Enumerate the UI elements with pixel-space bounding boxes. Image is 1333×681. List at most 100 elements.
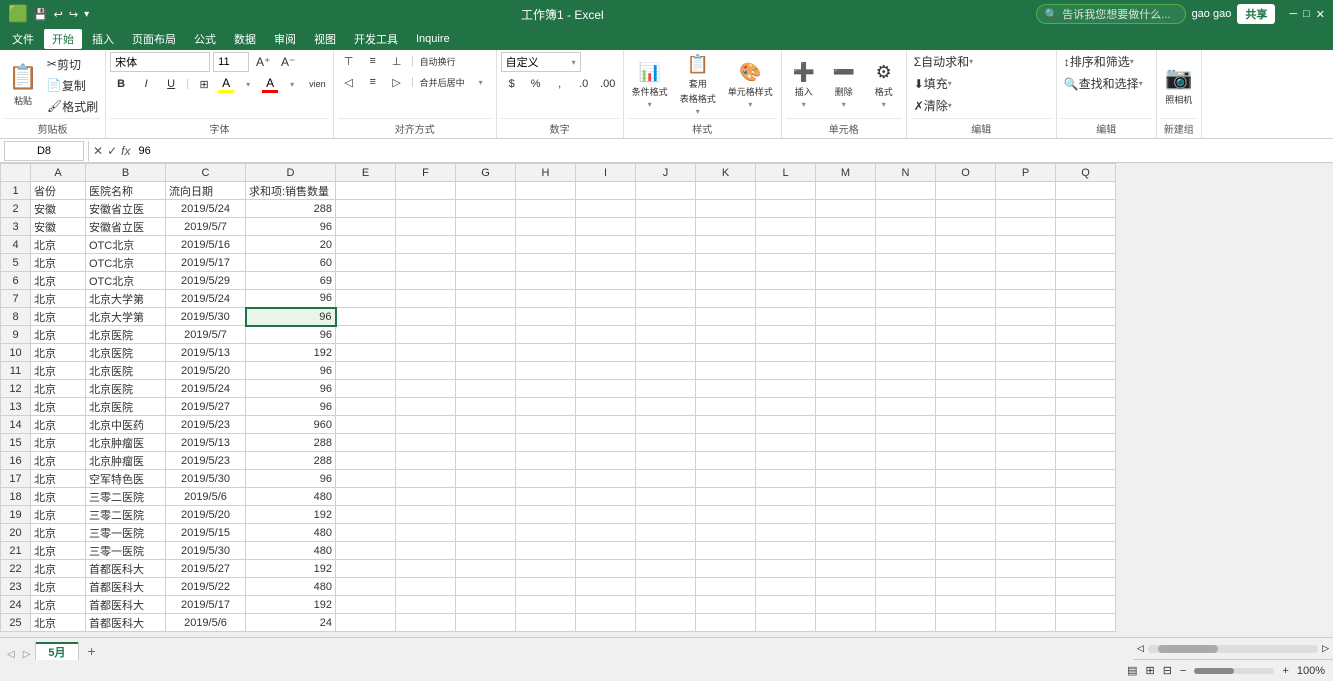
table-cell[interactable] — [696, 362, 756, 380]
table-cell[interactable] — [1056, 398, 1116, 416]
col-header-d[interactable]: D — [246, 164, 336, 182]
table-cell[interactable]: 24 — [246, 614, 336, 632]
table-cell[interactable] — [576, 182, 636, 200]
table-cell[interactable] — [996, 236, 1056, 254]
table-cell[interactable] — [456, 524, 516, 542]
table-cell[interactable]: 北京 — [31, 236, 86, 254]
table-cell[interactable]: 北京 — [31, 254, 86, 272]
table-cell[interactable] — [696, 506, 756, 524]
table-cell[interactable] — [936, 614, 996, 632]
table-cell[interactable] — [936, 398, 996, 416]
table-cell[interactable]: 北京 — [31, 542, 86, 560]
table-cell[interactable] — [456, 308, 516, 326]
table-cell[interactable] — [696, 596, 756, 614]
sheet-grid[interactable]: A B C D E F G H I J K L M N O P Q — [0, 163, 1333, 637]
table-cell[interactable] — [456, 344, 516, 362]
table-cell[interactable] — [816, 254, 876, 272]
table-cell[interactable] — [576, 416, 636, 434]
table-cell[interactable]: 96 — [246, 308, 336, 326]
scroll-right-btn[interactable]: ▷ — [1322, 643, 1329, 654]
table-cell[interactable] — [636, 362, 696, 380]
table-cell[interactable] — [936, 452, 996, 470]
col-header-f[interactable]: F — [396, 164, 456, 182]
decrease-decimal-button[interactable]: .00 — [597, 75, 619, 93]
table-cell[interactable] — [816, 542, 876, 560]
table-cell[interactable] — [396, 254, 456, 272]
table-cell[interactable] — [396, 488, 456, 506]
table-cell[interactable] — [996, 200, 1056, 218]
table-cell[interactable] — [696, 542, 756, 560]
table-cell[interactable] — [336, 488, 396, 506]
table-cell[interactable] — [876, 434, 936, 452]
table-cell[interactable] — [876, 380, 936, 398]
table-cell[interactable]: 北京 — [31, 308, 86, 326]
table-cell[interactable]: 北京 — [31, 326, 86, 344]
table-cell[interactable] — [456, 506, 516, 524]
table-cell[interactable] — [516, 578, 576, 596]
table-cell[interactable]: 2019/5/29 — [166, 272, 246, 290]
table-cell[interactable]: 北京 — [31, 362, 86, 380]
table-cell[interactable] — [636, 182, 696, 200]
col-header-j[interactable]: J — [636, 164, 696, 182]
table-cell[interactable] — [936, 434, 996, 452]
table-cell[interactable]: 北京中医药 — [86, 416, 166, 434]
table-cell[interactable] — [756, 344, 816, 362]
table-cell[interactable]: 北京 — [31, 272, 86, 290]
vien-btn[interactable]: vien — [306, 75, 329, 93]
table-cell[interactable] — [756, 488, 816, 506]
col-header-g[interactable]: G — [456, 164, 516, 182]
table-cell[interactable]: 北京肿瘤医 — [86, 434, 166, 452]
table-cell[interactable] — [936, 200, 996, 218]
camera-button[interactable]: 📷 照相机 — [1161, 61, 1197, 109]
table-cell[interactable] — [876, 182, 936, 200]
table-cell[interactable] — [936, 488, 996, 506]
table-cell[interactable] — [816, 452, 876, 470]
table-cell[interactable] — [996, 434, 1056, 452]
table-cell[interactable]: 480 — [246, 488, 336, 506]
table-cell[interactable] — [816, 380, 876, 398]
table-cell[interactable] — [636, 218, 696, 236]
table-cell[interactable] — [336, 290, 396, 308]
table-cell[interactable]: OTC北京 — [86, 272, 166, 290]
row-header[interactable]: 10 — [1, 344, 31, 362]
table-cell[interactable] — [636, 308, 696, 326]
table-cell[interactable] — [396, 380, 456, 398]
table-cell[interactable]: 北京 — [31, 380, 86, 398]
table-cell[interactable] — [456, 560, 516, 578]
table-cell[interactable] — [1056, 506, 1116, 524]
table-cell[interactable] — [816, 560, 876, 578]
table-cell[interactable] — [336, 344, 396, 362]
table-cell[interactable] — [336, 524, 396, 542]
table-cell[interactable] — [756, 524, 816, 542]
table-cell[interactable] — [816, 524, 876, 542]
table-cell[interactable] — [996, 290, 1056, 308]
table-cell[interactable]: 2019/5/7 — [166, 218, 246, 236]
table-cell[interactable] — [696, 452, 756, 470]
menu-page-layout[interactable]: 页面布局 — [124, 29, 184, 49]
table-cell[interactable] — [996, 524, 1056, 542]
table-cell[interactable] — [876, 254, 936, 272]
table-cell[interactable] — [636, 290, 696, 308]
table-cell[interactable]: 2019/5/13 — [166, 434, 246, 452]
wrap-text-button[interactable]: 自动换行 — [417, 52, 459, 70]
autosum-button[interactable]: Σ 自动求和 ▾ — [911, 52, 976, 71]
table-cell[interactable] — [816, 362, 876, 380]
table-cell[interactable] — [876, 236, 936, 254]
table-cell[interactable] — [816, 326, 876, 344]
row-header[interactable]: 12 — [1, 380, 31, 398]
paste-button[interactable]: 📋 粘贴 — [4, 57, 42, 113]
table-cell[interactable]: 北京 — [31, 596, 86, 614]
col-header-l[interactable]: L — [756, 164, 816, 182]
table-cell[interactable] — [996, 326, 1056, 344]
menu-data[interactable]: 数据 — [226, 29, 264, 49]
row-header[interactable]: 18 — [1, 488, 31, 506]
table-cell[interactable] — [936, 182, 996, 200]
scroll-left-btn[interactable]: ◁ — [1137, 643, 1144, 654]
table-cell[interactable] — [576, 290, 636, 308]
table-cell[interactable] — [396, 182, 456, 200]
table-cell[interactable] — [696, 290, 756, 308]
row-header[interactable]: 19 — [1, 506, 31, 524]
table-cell[interactable] — [516, 470, 576, 488]
table-cell[interactable] — [1056, 560, 1116, 578]
table-cell[interactable]: 96 — [246, 218, 336, 236]
